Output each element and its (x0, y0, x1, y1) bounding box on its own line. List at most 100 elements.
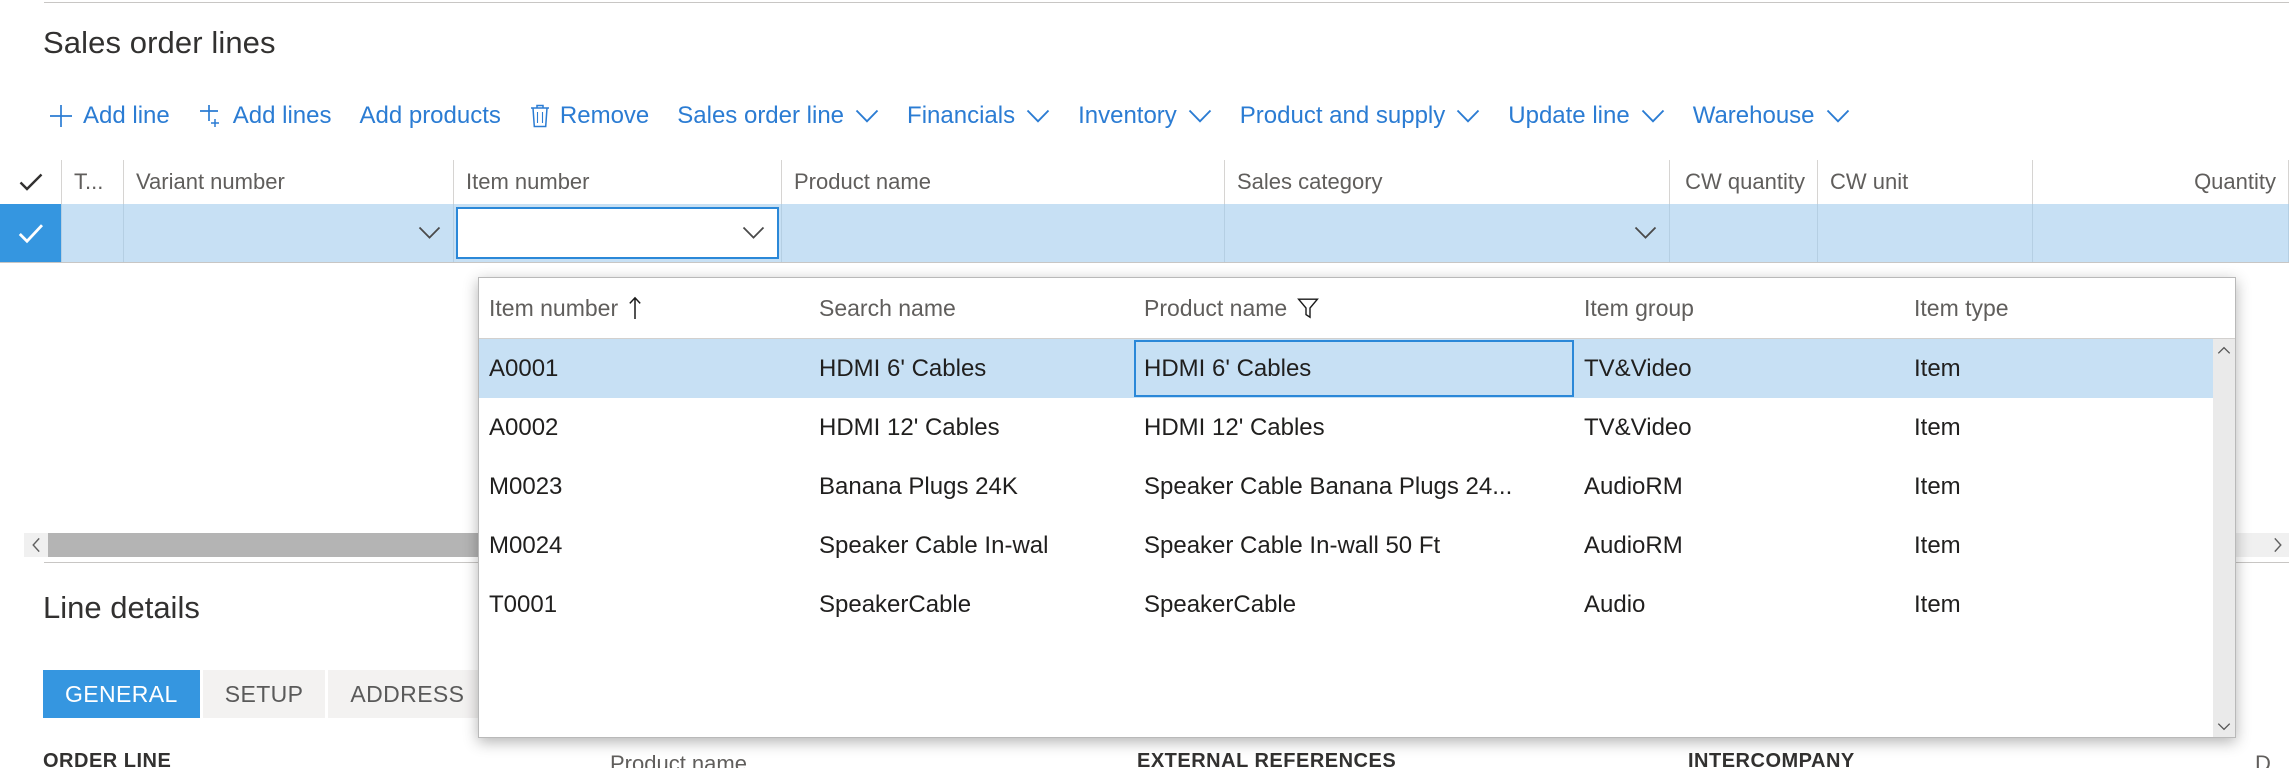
lookup-cell-value: TV&Video (1584, 354, 1692, 382)
lookup-cell-value: M0023 (489, 472, 563, 500)
lookup-cell-value: AudioRM (1584, 531, 1683, 559)
lookup-cell-value: SpeakerCable (819, 590, 972, 618)
lookup-cell-item-number[interactable]: M0023 (479, 457, 809, 516)
lookup-column-header-item-type[interactable]: Item type (1904, 278, 2215, 338)
line-details-sections: ORDER LINE Product name EXTERNAL REFERENCE… (0, 750, 2289, 768)
lookup-column-header-label: Item number (489, 294, 619, 321)
lookup-row[interactable]: M0024 Speaker Cable In-wal Speaker Cable I… (479, 516, 2213, 575)
filter-icon[interactable] (1297, 297, 1320, 319)
grid-column-header-t-[interactable]: T... (62, 160, 124, 204)
checkmark-icon[interactable] (19, 172, 43, 192)
lookup-cell-item-group[interactable]: TV&Video (1574, 398, 1904, 457)
grid-column-header-quantity[interactable]: Quantity (2033, 160, 2289, 204)
grid-cell-product-name[interactable] (782, 204, 1225, 262)
lookup-cell-product-name[interactable]: SpeakerCable (1134, 575, 1574, 634)
tab-setup[interactable]: SETUP (202, 670, 326, 718)
toolbar-item-financials[interactable]: Financials (893, 95, 1064, 137)
chevron-down-icon[interactable] (418, 226, 441, 240)
line-details-section-product-name: Product name (610, 751, 747, 768)
lookup-cell-item-number[interactable]: A0002 (479, 398, 809, 457)
lookup-cell-item-type[interactable]: Item (1904, 339, 2213, 398)
grid-cell-t-[interactable] (62, 204, 124, 262)
item-number-lookup-dropdown[interactable]: Item number Search name Product name Item g… (478, 277, 2236, 738)
lookup-cell-item-type[interactable]: Item (1904, 516, 2213, 575)
toolbar-item-label: Remove (559, 102, 650, 129)
lookup-cell-item-number[interactable]: A0001 (479, 339, 809, 398)
lookup-cell-item-group[interactable]: AudioRM (1574, 516, 1904, 575)
grid-column-header-item-number[interactable]: Item number (454, 160, 782, 204)
lookup-cell-item-group[interactable]: AudioRM (1574, 457, 1904, 516)
lookup-cell-value: HDMI 6' Cables (819, 354, 987, 382)
grid-column-header-select[interactable] (0, 160, 62, 204)
grid-column-header-cw-unit[interactable]: CW unit (1818, 160, 2033, 204)
lookup-row[interactable]: T0001 SpeakerCable SpeakerCable Audio Item (479, 575, 2213, 634)
toolbar-item-label: Financials (907, 102, 1016, 129)
lookup-cell-item-type[interactable]: Item (1904, 398, 2213, 457)
lookup-cell-search-name[interactable]: Banana Plugs 24K (809, 457, 1134, 516)
lookup-cell-item-group[interactable]: TV&Video (1574, 339, 1904, 398)
lookup-cell-item-number[interactable]: M0024 (479, 516, 809, 575)
grid-cell-variant-number[interactable] (124, 204, 454, 262)
lookup-cell-item-number[interactable]: T0001 (479, 575, 809, 634)
tab-general[interactable]: GENERAL (43, 670, 200, 718)
lookup-cell-search-name[interactable]: Speaker Cable In-wal (809, 516, 1134, 575)
toolbar-item-product-and-supply[interactable]: Product and supply (1226, 95, 1494, 137)
lookup-cell-search-name[interactable]: HDMI 12' Cables (809, 398, 1134, 457)
tab-address[interactable]: ADDRESS (328, 670, 487, 718)
lookup-column-header-item-group[interactable]: Item group (1574, 278, 1904, 338)
lookup-cell-item-type[interactable]: Item (1904, 457, 2213, 516)
lookup-row[interactable]: A0002 HDMI 12' Cables HDMI 12' Cables TV&Vi… (479, 398, 2213, 457)
toolbar-item-sales-order-line[interactable]: Sales order line (663, 95, 893, 137)
toolbar-item-update-line[interactable]: Update line (1494, 95, 1678, 137)
toolbar-item-add-line[interactable]: Add line (34, 95, 184, 137)
chevron-right-icon[interactable] (2265, 533, 2289, 557)
chevron-left-icon[interactable] (24, 533, 48, 557)
lookup-column-header-item-number[interactable]: Item number (479, 278, 809, 338)
grid-column-header-product-name[interactable]: Product name (782, 160, 1225, 204)
grid-column-header-variant-number[interactable]: Variant number (124, 160, 454, 204)
chevron-down-icon (1641, 109, 1665, 124)
chevron-down-icon[interactable] (742, 226, 765, 240)
lookup-cell-value: AudioRM (1584, 472, 1683, 500)
lookup-cell-search-name[interactable]: SpeakerCable (809, 575, 1134, 634)
row-select-checkbox[interactable] (0, 204, 62, 262)
lookup-cell-product-name[interactable]: HDMI 12' Cables (1134, 398, 1574, 457)
lookup-column-header-search-name[interactable]: Search name (809, 278, 1134, 338)
grid-cell-cw-quantity[interactable] (1670, 204, 1818, 262)
toolbar-item-inventory[interactable]: Inventory (1064, 95, 1226, 137)
toolbar-item-warehouse[interactable]: Warehouse (1679, 95, 1864, 137)
toolbar-item-remove[interactable]: Remove (515, 95, 663, 137)
chevron-up-icon[interactable] (2213, 339, 2235, 361)
grid-column-header-sales-category[interactable]: Sales category (1225, 160, 1670, 204)
toolbar-item-add-lines[interactable]: Add lines (184, 95, 346, 137)
grid-cell-item-number[interactable] (454, 204, 782, 262)
lookup-cell-product-name[interactable]: Speaker Cable Banana Plugs 24... (1134, 457, 1574, 516)
lookup-cell-product-name[interactable]: Speaker Cable In-wall 50 Ft (1134, 516, 1574, 575)
grid-cell-cw-unit[interactable] (1818, 204, 2033, 262)
toolbar-item-add-products[interactable]: Add products (345, 95, 514, 137)
chevron-down-icon (1026, 109, 1050, 124)
lookup-cell-item-group[interactable]: Audio (1574, 575, 1904, 634)
toolbar-item-label: Sales order line (677, 102, 845, 129)
grid-column-header-label: T... (74, 169, 104, 194)
chevron-down-icon[interactable] (1634, 226, 1657, 240)
lookup-vertical-scrollbar[interactable] (2213, 339, 2235, 737)
grid-data-row[interactable] (0, 204, 2289, 263)
lookup-cell-value: Speaker Cable In-wal (819, 531, 1049, 559)
trash-icon (529, 103, 551, 129)
chevron-down-icon[interactable] (2213, 715, 2235, 737)
lookup-row[interactable]: A0001 HDMI 6' Cables HDMI 6' Cables TV&Vide… (479, 339, 2213, 398)
grid-cell-sales-category[interactable] (1225, 204, 1670, 262)
lookup-cell-item-type[interactable]: Item (1904, 575, 2213, 634)
grid-column-header-cw-quantity[interactable]: CW quantity (1670, 160, 1818, 204)
grid-cell-quantity[interactable] (2033, 204, 2289, 262)
lookup-column-header-product-name[interactable]: Product name (1134, 278, 1574, 338)
line-details-section-order-line: ORDER LINE (43, 750, 172, 768)
lookup-row[interactable]: M0023 Banana Plugs 24K Speaker Cable Banan… (479, 457, 2213, 516)
lookup-cell-product-name[interactable]: HDMI 6' Cables (1134, 339, 1574, 398)
toolbar-item-label: Add line (83, 102, 170, 129)
lookup-cell-search-name[interactable]: HDMI 6' Cables (809, 339, 1134, 398)
lookup-cell-value: Item (1914, 472, 1961, 500)
item-number-combobox[interactable] (456, 207, 779, 259)
line-details-title: Line details (43, 590, 200, 625)
